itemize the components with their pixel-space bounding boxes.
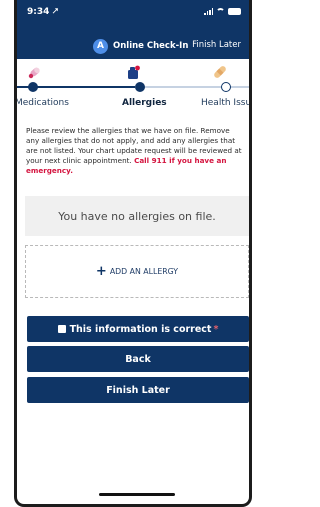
add-allergy-label: ADD AN ALLERGY xyxy=(109,267,179,276)
confirm-information-button[interactable]: This information is correct * xyxy=(27,316,249,342)
step-dot-allergies[interactable] xyxy=(135,82,145,92)
progress-stepper: Medications Allergies Health Issues xyxy=(17,59,249,115)
back-label: Back xyxy=(125,353,151,365)
step-label-medications[interactable]: Medications xyxy=(17,98,69,108)
page-title: Online Check-In xyxy=(113,41,189,51)
back-button[interactable]: Back xyxy=(27,346,249,372)
step-label-health-issues[interactable]: Health Issues xyxy=(201,98,249,108)
finish-later-link[interactable]: Finish Later xyxy=(192,40,241,50)
checkbox-icon[interactable] xyxy=(57,325,66,333)
app-badge-icon: A xyxy=(93,38,108,54)
add-allergy-button[interactable]: + ADD AN ALLERGY xyxy=(25,245,249,298)
bandage-icon xyxy=(214,66,226,78)
allergy-icon xyxy=(128,65,140,79)
step-dot-medications[interactable] xyxy=(28,82,38,92)
required-mark: * xyxy=(213,323,219,335)
signal-icon xyxy=(204,8,213,15)
finish-later-button[interactable]: Finish Later xyxy=(27,377,249,403)
phone-screen: 9:34 ⭧ A Online Check-In Finish Later Me… xyxy=(14,0,252,507)
no-allergies-panel: You have no allergies on file. xyxy=(25,196,249,236)
pill-icon xyxy=(28,67,40,79)
intro-text: Please review the allergies that we have… xyxy=(26,126,245,176)
plus-icon: + xyxy=(95,264,107,279)
track-remaining xyxy=(143,86,249,88)
header-row: A Online Check-In Finish Later xyxy=(93,38,249,54)
no-allergies-message: You have no allergies on file. xyxy=(58,209,216,223)
step-label-allergies[interactable]: Allergies xyxy=(122,98,167,108)
wifi-icon xyxy=(216,8,225,15)
finish-later-label: Finish Later xyxy=(106,384,170,396)
status-bar: 9:34 ⭧ xyxy=(27,7,241,21)
status-icons xyxy=(204,8,241,15)
app-header: 9:34 ⭧ A Online Check-In Finish Later xyxy=(17,0,249,59)
confirm-label: This information is correct xyxy=(69,323,212,335)
status-time: 9:34 ⭧ xyxy=(27,7,59,17)
battery-icon xyxy=(228,8,241,15)
step-dot-health-issues[interactable] xyxy=(221,82,231,92)
home-indicator xyxy=(99,493,175,496)
